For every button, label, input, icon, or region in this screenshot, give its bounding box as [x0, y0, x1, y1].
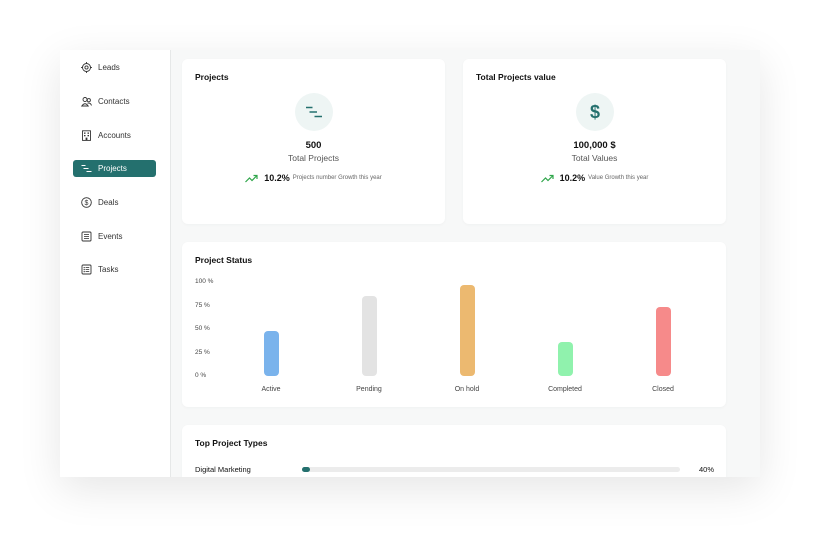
projects-icon [81, 163, 92, 174]
total-projects-label: Total Projects [287, 153, 340, 163]
target-icon [81, 62, 92, 73]
y-tick-label: 100 % [195, 278, 214, 285]
y-tick-label: 75 % [195, 301, 210, 309]
total-values-value: 100,000 $ [573, 140, 616, 151]
dollar-circle-icon: $ [81, 197, 92, 208]
sidebar-item-label: Tasks [98, 265, 119, 274]
sidebar-item-label: Projects [98, 164, 127, 173]
sidebar-item-events[interactable]: Events [73, 228, 156, 245]
project-type-progress [302, 467, 680, 472]
sidebar-item-label: Events [98, 232, 123, 241]
projects-growth: 10.2% Projects number Growth this year [182, 173, 445, 183]
y-tick-label: 50 % [195, 325, 210, 332]
building-icon [81, 130, 92, 141]
projects-card: Projects 500 Total Projects 10.2% Projec… [182, 59, 445, 224]
projects-icon [295, 93, 333, 131]
project-type-progress-fill [302, 467, 310, 472]
sidebar-item-label: Accounts [98, 131, 131, 140]
bar-pending [361, 296, 377, 376]
sidebar-item-deals[interactable]: $ Deals [73, 194, 156, 211]
sidebar-item-accounts[interactable]: Accounts [73, 127, 156, 144]
sidebar-item-label: Leads [98, 63, 120, 72]
x-tick-label: Active [261, 386, 281, 393]
growth-description: Value Growth this year [588, 175, 649, 181]
y-tick-label: 0 % [195, 372, 207, 379]
card-title: Total Projects value [476, 72, 556, 82]
bar-active [263, 330, 279, 376]
dollar-icon: $ [576, 93, 614, 131]
growth-percent: 10.2% [264, 173, 290, 183]
svg-text:$: $ [85, 200, 89, 207]
growth-description: Projects number Growth this year [292, 175, 382, 181]
card-title: Projects [195, 72, 229, 82]
total-values-label: Total Values [571, 153, 618, 163]
app-window: Leads Contacts Accounts Projects $ Deals [60, 50, 760, 477]
value-growth: 10.2% Value Growth this year [463, 173, 726, 183]
x-tick-label: Closed [652, 386, 674, 393]
sidebar-item-contacts[interactable]: Contacts [73, 93, 156, 110]
project-type-percent: 40% [698, 465, 714, 474]
sidebar-item-label: Contacts [98, 97, 130, 106]
y-tick-label: 25 % [195, 348, 210, 356]
x-tick-label: Completed [548, 386, 582, 393]
project-status-chart: 100 % 75 % 50 % 25 % 0 % Active Pending On hold… [195, 278, 715, 403]
task-list-icon [81, 264, 92, 275]
sidebar: Leads Contacts Accounts Projects $ Deals [60, 50, 171, 477]
total-projects-value: 500 [305, 140, 322, 151]
trend-up-icon [245, 174, 258, 182]
sidebar-item-label: Deals [98, 198, 119, 207]
x-tick-label: On hold [454, 386, 480, 393]
calendar-list-icon [81, 231, 92, 242]
total-value-card: Total Projects value $ 100,000 $ Total V… [463, 59, 726, 224]
bar-on-hold [459, 284, 475, 376]
trend-up-icon [540, 174, 554, 182]
bar-closed [655, 307, 671, 376]
sidebar-item-tasks[interactable]: Tasks [73, 261, 156, 278]
project-status-card: Project Status 100 % 75 % 50 % 25 % 0 % Activ… [182, 242, 726, 407]
sidebar-item-projects[interactable]: Projects [73, 160, 156, 177]
card-title: Top Project Types [195, 438, 268, 448]
card-title: Project Status [195, 255, 253, 265]
x-tick-label: Pending [356, 386, 382, 393]
sidebar-item-leads[interactable]: Leads [73, 59, 156, 76]
top-project-types-card: Top Project Types Digital Marketing 40% [182, 425, 726, 477]
growth-percent: 10.2% [559, 173, 586, 183]
project-type-label: Digital Marketing [195, 465, 251, 474]
contacts-icon [81, 96, 92, 107]
bar-completed [557, 342, 573, 376]
